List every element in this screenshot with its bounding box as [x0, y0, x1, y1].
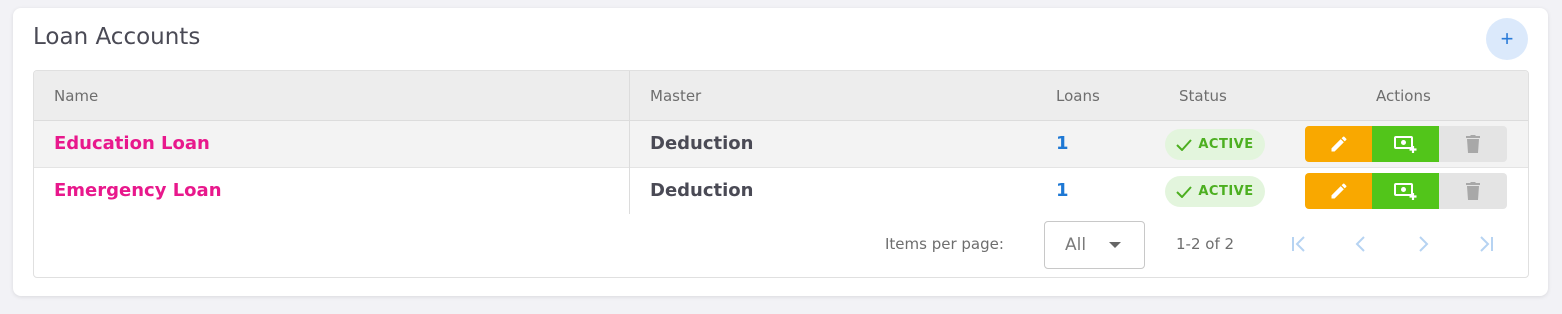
loans-count-link[interactable]: 1	[1056, 180, 1069, 201]
delete-button[interactable]	[1439, 173, 1507, 209]
edit-button[interactable]	[1305, 173, 1372, 209]
column-header-actions: Actions	[1376, 87, 1431, 105]
page-title: Loan Accounts	[33, 24, 201, 50]
first-page-button[interactable]	[1286, 231, 1312, 257]
loan-name-link[interactable]: Education Loan	[54, 133, 210, 154]
last-page-button[interactable]	[1473, 231, 1499, 257]
plus-icon: +	[1500, 26, 1514, 51]
caret-down-icon	[1109, 242, 1121, 248]
status-badge: ACTIVE	[1165, 129, 1265, 160]
column-divider	[629, 71, 630, 214]
check-icon	[1176, 185, 1193, 198]
column-header-name[interactable]: Name	[54, 87, 98, 105]
pencil-icon	[1331, 183, 1346, 199]
loans-count-link[interactable]: 1	[1056, 133, 1069, 154]
row-actions	[1305, 126, 1507, 162]
trash-icon	[1466, 135, 1480, 153]
column-header-loans[interactable]: Loans	[1056, 87, 1100, 105]
trash-icon	[1466, 182, 1480, 200]
table-header: Name Master Loans Status Actions	[34, 71, 1528, 121]
row-actions	[1305, 173, 1507, 209]
add-loan-account-button[interactable]: +	[1486, 18, 1528, 60]
items-per-page-label: Items per page:	[885, 235, 1004, 253]
add-loan-button[interactable]	[1372, 173, 1439, 209]
previous-page-button[interactable]	[1348, 231, 1374, 257]
delete-button[interactable]	[1439, 126, 1507, 162]
chevron-right-icon	[1419, 236, 1429, 252]
chevron-left-icon	[1355, 236, 1365, 252]
money-plus-icon	[1393, 136, 1416, 153]
master-cell: Deduction	[650, 133, 754, 154]
check-icon	[1176, 138, 1193, 151]
first-page-icon	[1292, 236, 1305, 252]
money-plus-icon	[1393, 183, 1416, 200]
last-page-icon	[1480, 236, 1493, 252]
master-cell: Deduction	[650, 180, 754, 201]
status-label: ACTIVE	[1198, 137, 1254, 152]
pagination: Items per page: All 1-2 of 2	[34, 217, 1528, 277]
pencil-icon	[1331, 136, 1346, 152]
loan-name-link[interactable]: Emergency Loan	[54, 180, 222, 201]
pagination-range: 1-2 of 2	[1176, 235, 1235, 253]
items-per-page-value: All	[1065, 235, 1087, 255]
status-label: ACTIVE	[1198, 184, 1254, 199]
items-per-page-select[interactable]: All	[1044, 221, 1145, 269]
next-page-button[interactable]	[1410, 231, 1436, 257]
table-row: Education Loan Deduction 1 ACTIVE	[34, 121, 1528, 168]
status-badge: ACTIVE	[1165, 176, 1265, 207]
loan-accounts-table: Name Master Loans Status Actions Educati…	[33, 70, 1529, 278]
column-header-status[interactable]: Status	[1179, 87, 1227, 105]
loan-accounts-card: Loan Accounts + Name Master Loans Status…	[13, 8, 1548, 296]
column-header-master[interactable]: Master	[650, 87, 701, 105]
edit-button[interactable]	[1305, 126, 1372, 162]
add-loan-button[interactable]	[1372, 126, 1439, 162]
table-row: Emergency Loan Deduction 1 ACTIVE	[34, 168, 1528, 214]
